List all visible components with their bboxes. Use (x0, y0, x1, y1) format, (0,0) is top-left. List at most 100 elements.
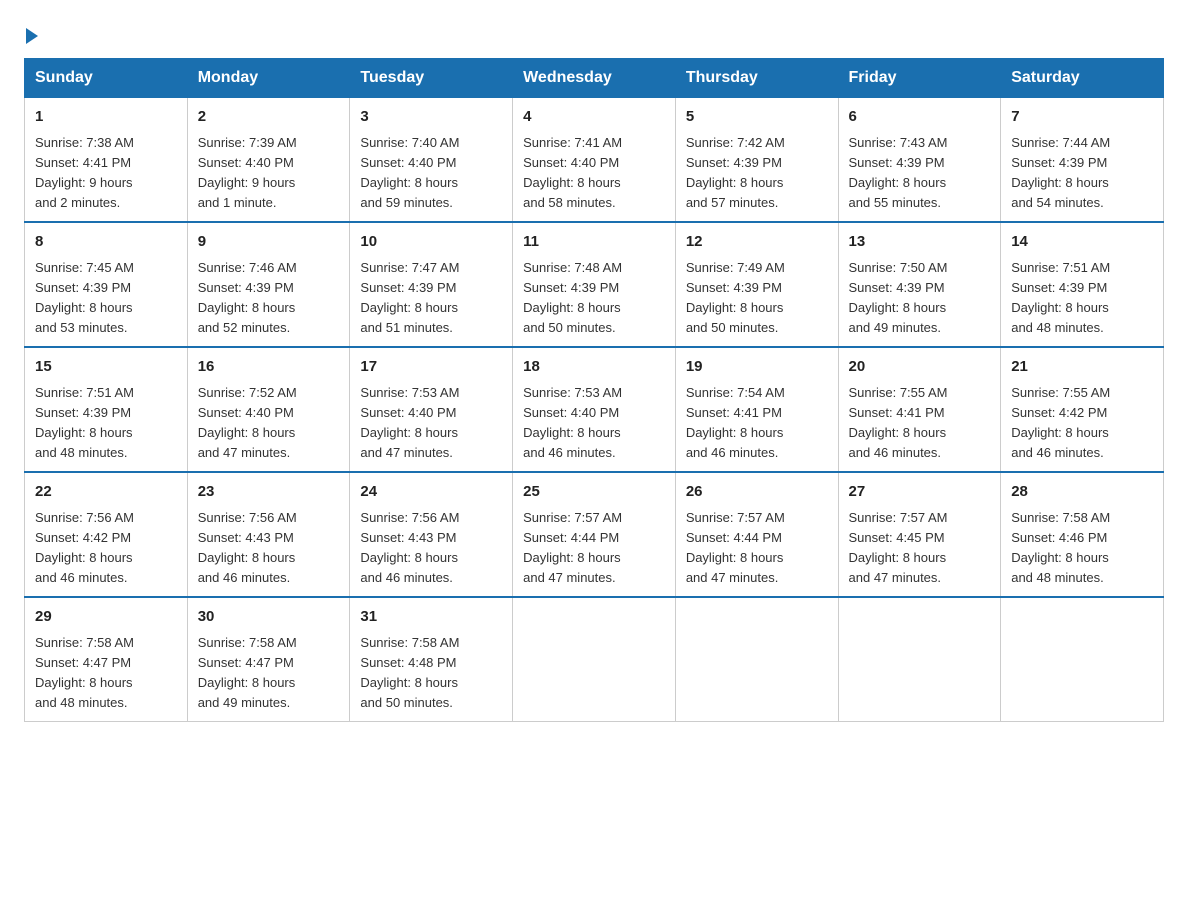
calendar-cell: 20Sunrise: 7:55 AMSunset: 4:41 PMDayligh… (838, 347, 1001, 472)
calendar-cell (1001, 597, 1164, 722)
calendar-cell: 16Sunrise: 7:52 AMSunset: 4:40 PMDayligh… (187, 347, 350, 472)
day-number: 26 (686, 481, 828, 504)
day-info: Sunrise: 7:43 AMSunset: 4:39 PMDaylight:… (849, 133, 991, 214)
col-saturday: Saturday (1001, 59, 1164, 98)
calendar-cell: 15 Sunrise: 7:51 AMSunset: 4:39 PMDayligh… (25, 347, 188, 472)
col-thursday: Thursday (675, 59, 838, 98)
day-info: Sunrise: 7:40 AMSunset: 4:40 PMDaylight:… (360, 133, 502, 214)
day-info: Sunrise: 7:58 AMSunset: 4:47 PMDaylight:… (35, 633, 177, 714)
day-number: 4 (523, 106, 665, 129)
day-number: 2 (198, 106, 340, 129)
calendar-cell: 29 Sunrise: 7:58 AMSunset: 4:47 PMDayligh… (25, 597, 188, 722)
day-number: 7 (1011, 106, 1153, 129)
calendar-cell: 28 Sunrise: 7:58 AMSunset: 4:46 PMDayligh… (1001, 472, 1164, 597)
day-info: Sunrise: 7:49 AMSunset: 4:39 PMDaylight:… (686, 258, 828, 339)
calendar-cell: 26 Sunrise: 7:57 AMSunset: 4:44 PMDayligh… (675, 472, 838, 597)
day-number: 5 (686, 106, 828, 129)
day-number: 30 (198, 606, 340, 629)
calendar-cell: 18 Sunrise: 7:53 AMSunset: 4:40 PMDayligh… (513, 347, 676, 472)
calendar-cell: 31Sunrise: 7:58 AMSunset: 4:48 PMDayligh… (350, 597, 513, 722)
day-number: 8 (35, 231, 177, 254)
day-number: 3 (360, 106, 502, 129)
day-info: Sunrise: 7:47 AMSunset: 4:39 PMDaylight:… (360, 258, 502, 339)
calendar-cell: 30 Sunrise: 7:58 AMSunset: 4:47 PMDayligh… (187, 597, 350, 722)
day-info: Sunrise: 7:57 AMSunset: 4:44 PMDaylight:… (686, 508, 828, 589)
calendar-cell: 22 Sunrise: 7:56 AMSunset: 4:42 PMDayligh… (25, 472, 188, 597)
day-info: Sunrise: 7:51 AMSunset: 4:39 PMDaylight:… (35, 383, 177, 464)
day-info: Sunrise: 7:55 AMSunset: 4:41 PMDaylight:… (849, 383, 991, 464)
calendar-cell: 3 Sunrise: 7:40 AMSunset: 4:40 PMDaylight… (350, 98, 513, 223)
col-wednesday: Wednesday (513, 59, 676, 98)
week-row-5: 29 Sunrise: 7:58 AMSunset: 4:47 PMDayligh… (25, 597, 1164, 722)
day-number: 18 (523, 356, 665, 379)
day-number: 22 (35, 481, 177, 504)
day-number: 23 (198, 481, 340, 504)
day-number: 21 (1011, 356, 1153, 379)
day-info: Sunrise: 7:46 AMSunset: 4:39 PMDaylight:… (198, 258, 340, 339)
calendar-cell: 21Sunrise: 7:55 AMSunset: 4:42 PMDayligh… (1001, 347, 1164, 472)
day-number: 29 (35, 606, 177, 629)
day-number: 28 (1011, 481, 1153, 504)
day-info: Sunrise: 7:41 AMSunset: 4:40 PMDaylight:… (523, 133, 665, 214)
col-monday: Monday (187, 59, 350, 98)
day-number: 1 (35, 106, 177, 129)
day-number: 25 (523, 481, 665, 504)
day-number: 15 (35, 356, 177, 379)
calendar-cell: 23 Sunrise: 7:56 AMSunset: 4:43 PMDayligh… (187, 472, 350, 597)
calendar-cell: 25 Sunrise: 7:57 AMSunset: 4:44 PMDayligh… (513, 472, 676, 597)
col-sunday: Sunday (25, 59, 188, 98)
day-info: Sunrise: 7:56 AMSunset: 4:43 PMDaylight:… (360, 508, 502, 589)
col-friday: Friday (838, 59, 1001, 98)
day-number: 10 (360, 231, 502, 254)
day-info: Sunrise: 7:57 AMSunset: 4:44 PMDaylight:… (523, 508, 665, 589)
day-info: Sunrise: 7:45 AMSunset: 4:39 PMDaylight:… (35, 258, 177, 339)
calendar-cell: 19Sunrise: 7:54 AMSunset: 4:41 PMDayligh… (675, 347, 838, 472)
calendar-cell: 2 Sunrise: 7:39 AMSunset: 4:40 PMDaylight… (187, 98, 350, 223)
day-number: 6 (849, 106, 991, 129)
day-info: Sunrise: 7:39 AMSunset: 4:40 PMDaylight:… (198, 133, 340, 214)
calendar-cell: 8 Sunrise: 7:45 AMSunset: 4:39 PMDaylight… (25, 222, 188, 347)
calendar-cell: 9 Sunrise: 7:46 AMSunset: 4:39 PMDaylight… (187, 222, 350, 347)
week-row-4: 22 Sunrise: 7:56 AMSunset: 4:42 PMDayligh… (25, 472, 1164, 597)
day-info: Sunrise: 7:57 AMSunset: 4:45 PMDaylight:… (849, 508, 991, 589)
logo (24, 24, 40, 38)
day-info: Sunrise: 7:56 AMSunset: 4:42 PMDaylight:… (35, 508, 177, 589)
day-info: Sunrise: 7:56 AMSunset: 4:43 PMDaylight:… (198, 508, 340, 589)
day-number: 9 (198, 231, 340, 254)
day-number: 24 (360, 481, 502, 504)
logo-blue-part (24, 24, 40, 44)
calendar-cell: 17 Sunrise: 7:53 AMSunset: 4:40 PMDayligh… (350, 347, 513, 472)
day-info: Sunrise: 7:58 AMSunset: 4:47 PMDaylight:… (198, 633, 340, 714)
day-info: Sunrise: 7:53 AMSunset: 4:40 PMDaylight:… (523, 383, 665, 464)
calendar-cell (838, 597, 1001, 722)
day-info: Sunrise: 7:54 AMSunset: 4:41 PMDaylight:… (686, 383, 828, 464)
calendar-header-row: Sunday Monday Tuesday Wednesday Thursday… (25, 59, 1164, 98)
day-info: Sunrise: 7:38 AMSunset: 4:41 PMDaylight:… (35, 133, 177, 214)
day-info: Sunrise: 7:51 AMSunset: 4:39 PMDaylight:… (1011, 258, 1153, 339)
week-row-3: 15 Sunrise: 7:51 AMSunset: 4:39 PMDayligh… (25, 347, 1164, 472)
day-info: Sunrise: 7:53 AMSunset: 4:40 PMDaylight:… (360, 383, 502, 464)
calendar-cell: 13Sunrise: 7:50 AMSunset: 4:39 PMDayligh… (838, 222, 1001, 347)
day-number: 16 (198, 356, 340, 379)
calendar-cell: 10 Sunrise: 7:47 AMSunset: 4:39 PMDayligh… (350, 222, 513, 347)
week-row-1: 1 Sunrise: 7:38 AMSunset: 4:41 PMDaylight… (25, 98, 1164, 223)
day-number: 17 (360, 356, 502, 379)
calendar-cell: 11Sunrise: 7:48 AMSunset: 4:39 PMDayligh… (513, 222, 676, 347)
day-number: 27 (849, 481, 991, 504)
calendar-table: Sunday Monday Tuesday Wednesday Thursday… (24, 58, 1164, 722)
calendar-cell: 7 Sunrise: 7:44 AMSunset: 4:39 PMDaylight… (1001, 98, 1164, 223)
day-info: Sunrise: 7:42 AMSunset: 4:39 PMDaylight:… (686, 133, 828, 214)
day-info: Sunrise: 7:44 AMSunset: 4:39 PMDaylight:… (1011, 133, 1153, 214)
day-info: Sunrise: 7:48 AMSunset: 4:39 PMDaylight:… (523, 258, 665, 339)
day-number: 31 (360, 606, 502, 629)
day-number: 13 (849, 231, 991, 254)
calendar-cell (513, 597, 676, 722)
col-tuesday: Tuesday (350, 59, 513, 98)
day-info: Sunrise: 7:58 AMSunset: 4:46 PMDaylight:… (1011, 508, 1153, 589)
week-row-2: 8 Sunrise: 7:45 AMSunset: 4:39 PMDaylight… (25, 222, 1164, 347)
calendar-cell: 27 Sunrise: 7:57 AMSunset: 4:45 PMDayligh… (838, 472, 1001, 597)
calendar-cell (675, 597, 838, 722)
day-number: 12 (686, 231, 828, 254)
calendar-cell: 5 Sunrise: 7:42 AMSunset: 4:39 PMDaylight… (675, 98, 838, 223)
calendar-cell: 6 Sunrise: 7:43 AMSunset: 4:39 PMDaylight… (838, 98, 1001, 223)
